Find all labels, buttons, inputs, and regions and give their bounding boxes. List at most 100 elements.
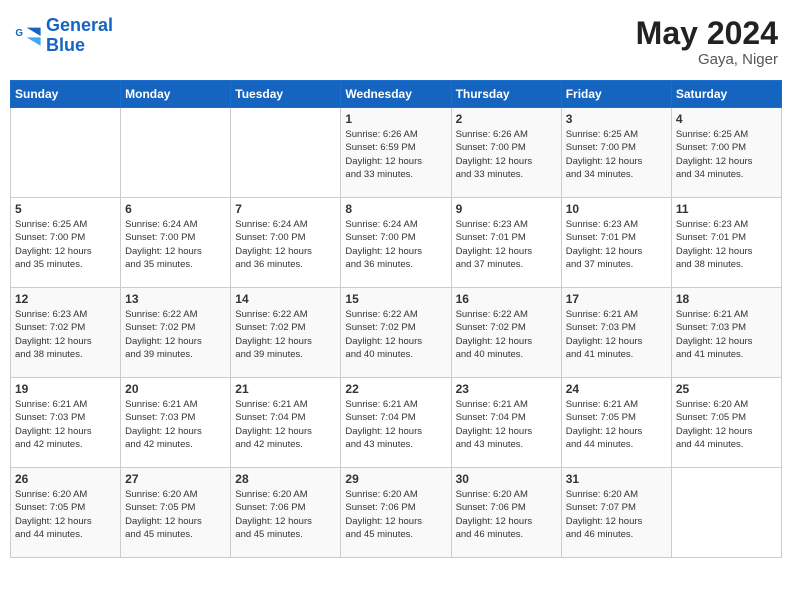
day-number: 30 [456, 472, 557, 486]
cell-content: Sunrise: 6:20 AM Sunset: 7:05 PM Dayligh… [676, 398, 777, 451]
day-number: 13 [125, 292, 226, 306]
calendar-cell [671, 468, 781, 558]
cell-content: Sunrise: 6:21 AM Sunset: 7:03 PM Dayligh… [676, 308, 777, 361]
cell-content: Sunrise: 6:26 AM Sunset: 6:59 PM Dayligh… [345, 128, 446, 181]
cell-content: Sunrise: 6:23 AM Sunset: 7:02 PM Dayligh… [15, 308, 116, 361]
calendar-cell: 25 Sunrise: 6:20 AM Sunset: 7:05 PM Dayli… [671, 378, 781, 468]
calendar-cell: 28 Sunrise: 6:20 AM Sunset: 7:06 PM Dayli… [231, 468, 341, 558]
calendar-cell: 11 Sunrise: 6:23 AM Sunset: 7:01 PM Dayli… [671, 198, 781, 288]
calendar-table: SundayMondayTuesdayWednesdayThursdayFrid… [10, 80, 782, 558]
location: Gaya, Niger [636, 51, 778, 68]
day-number: 27 [125, 472, 226, 486]
cell-content: Sunrise: 6:23 AM Sunset: 7:01 PM Dayligh… [566, 218, 667, 271]
calendar-header: SundayMondayTuesdayWednesdayThursdayFrid… [11, 81, 782, 108]
month-year: May 2024 [636, 16, 778, 51]
cell-content: Sunrise: 6:23 AM Sunset: 7:01 PM Dayligh… [456, 218, 557, 271]
calendar-cell: 1Sunrise: 6:26 AM Sunset: 6:59 PM Daylig… [341, 108, 451, 198]
calendar-cell: 2Sunrise: 6:26 AM Sunset: 7:00 PM Daylig… [451, 108, 561, 198]
day-number: 7 [235, 202, 336, 216]
day-number: 2 [456, 112, 557, 126]
calendar-cell: 6 Sunrise: 6:24 AM Sunset: 7:00 PM Daylig… [121, 198, 231, 288]
weekday-header: Sunday [11, 81, 121, 108]
calendar-cell: 22 Sunrise: 6:21 AM Sunset: 7:04 PM Dayli… [341, 378, 451, 468]
day-number: 21 [235, 382, 336, 396]
logo-icon: G [14, 22, 42, 50]
calendar-cell: 3Sunrise: 6:25 AM Sunset: 7:00 PM Daylig… [561, 108, 671, 198]
calendar-cell: 26 Sunrise: 6:20 AM Sunset: 7:05 PM Dayli… [11, 468, 121, 558]
calendar-cell: 13 Sunrise: 6:22 AM Sunset: 7:02 PM Dayli… [121, 288, 231, 378]
cell-content: Sunrise: 6:20 AM Sunset: 7:07 PM Dayligh… [566, 488, 667, 541]
weekday-header: Friday [561, 81, 671, 108]
weekday-header: Wednesday [341, 81, 451, 108]
weekday-header: Saturday [671, 81, 781, 108]
day-number: 22 [345, 382, 446, 396]
cell-content: Sunrise: 6:20 AM Sunset: 7:05 PM Dayligh… [15, 488, 116, 541]
calendar-cell: 7 Sunrise: 6:24 AM Sunset: 7:00 PM Daylig… [231, 198, 341, 288]
calendar-cell: 4Sunrise: 6:25 AM Sunset: 7:00 PM Daylig… [671, 108, 781, 198]
calendar-body: 1Sunrise: 6:26 AM Sunset: 6:59 PM Daylig… [11, 108, 782, 558]
cell-content: Sunrise: 6:24 AM Sunset: 7:00 PM Dayligh… [125, 218, 226, 271]
cell-content: Sunrise: 6:21 AM Sunset: 7:04 PM Dayligh… [456, 398, 557, 451]
logo-line2: Blue [46, 35, 85, 55]
calendar-cell: 21 Sunrise: 6:21 AM Sunset: 7:04 PM Dayli… [231, 378, 341, 468]
calendar-cell: 14Sunrise: 6:22 AM Sunset: 7:02 PM Dayli… [231, 288, 341, 378]
calendar-cell: 12Sunrise: 6:23 AM Sunset: 7:02 PM Dayli… [11, 288, 121, 378]
header-row: SundayMondayTuesdayWednesdayThursdayFrid… [11, 81, 782, 108]
cell-content: Sunrise: 6:21 AM Sunset: 7:03 PM Dayligh… [15, 398, 116, 451]
calendar-cell: 15Sunrise: 6:22 AM Sunset: 7:02 PM Dayli… [341, 288, 451, 378]
cell-content: Sunrise: 6:24 AM Sunset: 7:00 PM Dayligh… [235, 218, 336, 271]
day-number: 8 [345, 202, 446, 216]
cell-content: Sunrise: 6:20 AM Sunset: 7:06 PM Dayligh… [345, 488, 446, 541]
day-number: 28 [235, 472, 336, 486]
calendar-cell [11, 108, 121, 198]
cell-content: Sunrise: 6:20 AM Sunset: 7:05 PM Dayligh… [125, 488, 226, 541]
day-number: 26 [15, 472, 116, 486]
calendar-week-row: 19Sunrise: 6:21 AM Sunset: 7:03 PM Dayli… [11, 378, 782, 468]
cell-content: Sunrise: 6:20 AM Sunset: 7:06 PM Dayligh… [456, 488, 557, 541]
cell-content: Sunrise: 6:22 AM Sunset: 7:02 PM Dayligh… [456, 308, 557, 361]
page-header: G General Blue May 2024 Gaya, Niger [10, 10, 782, 74]
cell-content: Sunrise: 6:25 AM Sunset: 7:00 PM Dayligh… [566, 128, 667, 181]
calendar-cell: 24Sunrise: 6:21 AM Sunset: 7:05 PM Dayli… [561, 378, 671, 468]
calendar-cell: 19Sunrise: 6:21 AM Sunset: 7:03 PM Dayli… [11, 378, 121, 468]
calendar-week-row: 5 Sunrise: 6:25 AM Sunset: 7:00 PM Daylig… [11, 198, 782, 288]
calendar-cell: 10 Sunrise: 6:23 AM Sunset: 7:01 PM Dayli… [561, 198, 671, 288]
day-number: 23 [456, 382, 557, 396]
calendar-cell: 30 Sunrise: 6:20 AM Sunset: 7:06 PM Dayli… [451, 468, 561, 558]
calendar-cell: 16Sunrise: 6:22 AM Sunset: 7:02 PM Dayli… [451, 288, 561, 378]
calendar-cell: 31 Sunrise: 6:20 AM Sunset: 7:07 PM Dayli… [561, 468, 671, 558]
cell-content: Sunrise: 6:24 AM Sunset: 7:00 PM Dayligh… [345, 218, 446, 271]
day-number: 14 [235, 292, 336, 306]
calendar-cell: 23 Sunrise: 6:21 AM Sunset: 7:04 PM Dayli… [451, 378, 561, 468]
day-number: 10 [566, 202, 667, 216]
day-number: 24 [566, 382, 667, 396]
calendar-cell: 27 Sunrise: 6:20 AM Sunset: 7:05 PM Dayli… [121, 468, 231, 558]
cell-content: Sunrise: 6:21 AM Sunset: 7:03 PM Dayligh… [125, 398, 226, 451]
day-number: 31 [566, 472, 667, 486]
day-number: 18 [676, 292, 777, 306]
calendar-cell: 17Sunrise: 6:21 AM Sunset: 7:03 PM Dayli… [561, 288, 671, 378]
calendar-cell: 18 Sunrise: 6:21 AM Sunset: 7:03 PM Dayli… [671, 288, 781, 378]
calendar-cell: 5 Sunrise: 6:25 AM Sunset: 7:00 PM Daylig… [11, 198, 121, 288]
cell-content: Sunrise: 6:21 AM Sunset: 7:04 PM Dayligh… [235, 398, 336, 451]
cell-content: Sunrise: 6:20 AM Sunset: 7:06 PM Dayligh… [235, 488, 336, 541]
day-number: 4 [676, 112, 777, 126]
logo: G General Blue [14, 16, 113, 56]
day-number: 5 [15, 202, 116, 216]
day-number: 25 [676, 382, 777, 396]
day-number: 6 [125, 202, 226, 216]
weekday-header: Thursday [451, 81, 561, 108]
day-number: 15 [345, 292, 446, 306]
cell-content: Sunrise: 6:23 AM Sunset: 7:01 PM Dayligh… [676, 218, 777, 271]
day-number: 9 [456, 202, 557, 216]
cell-content: Sunrise: 6:21 AM Sunset: 7:04 PM Dayligh… [345, 398, 446, 451]
day-number: 11 [676, 202, 777, 216]
cell-content: Sunrise: 6:25 AM Sunset: 7:00 PM Dayligh… [15, 218, 116, 271]
calendar-cell [121, 108, 231, 198]
title-block: May 2024 Gaya, Niger [636, 16, 778, 68]
calendar-week-row: 26 Sunrise: 6:20 AM Sunset: 7:05 PM Dayli… [11, 468, 782, 558]
cell-content: Sunrise: 6:22 AM Sunset: 7:02 PM Dayligh… [125, 308, 226, 361]
calendar-week-row: 12Sunrise: 6:23 AM Sunset: 7:02 PM Dayli… [11, 288, 782, 378]
day-number: 20 [125, 382, 226, 396]
calendar-week-row: 1Sunrise: 6:26 AM Sunset: 6:59 PM Daylig… [11, 108, 782, 198]
